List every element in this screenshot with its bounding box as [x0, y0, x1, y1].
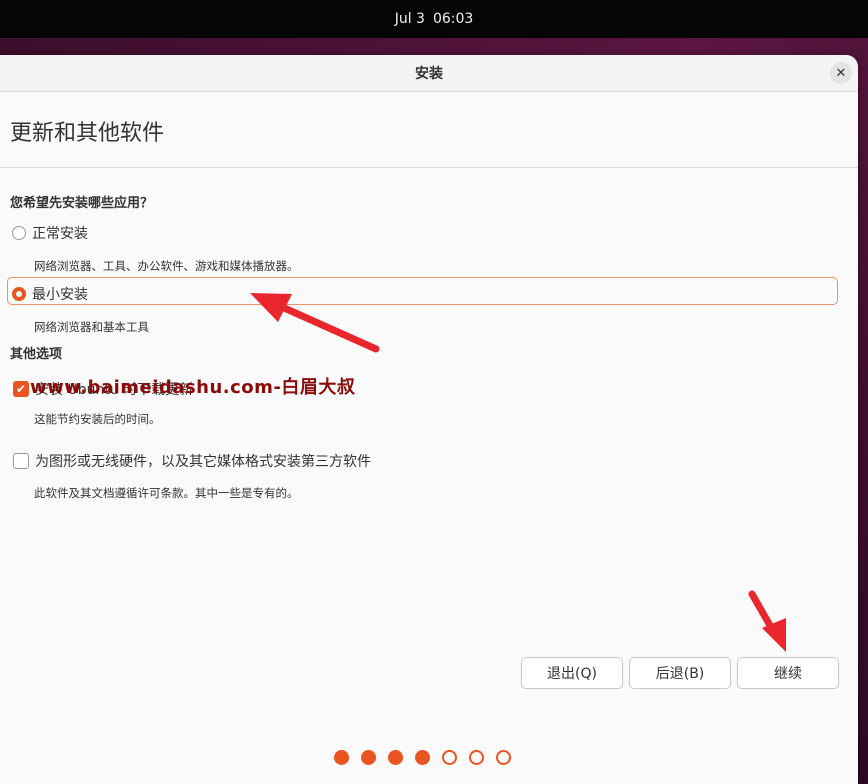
radio-label[interactable]: 最小安装: [32, 284, 88, 304]
other-options-title: 其他选项: [10, 347, 63, 362]
progress-dot-completed: [415, 750, 430, 765]
quit-button[interactable]: 退出(Q): [521, 657, 623, 689]
install-type-question: 您希望先安装哪些应用？: [10, 196, 154, 211]
radio-button-selected[interactable]: [12, 287, 26, 301]
checkbox-label[interactable]: 为图形或无线硬件，以及其它媒体格式安装第三方软件: [35, 451, 371, 471]
divider: [0, 167, 858, 168]
third-party-description: 此软件及其文档遵循许可条款。其中一些是专有的。: [34, 486, 299, 500]
progress-dot-completed: [388, 750, 403, 765]
checkbox-checked[interactable]: ✔: [13, 381, 29, 397]
back-button[interactable]: 后退(B): [629, 657, 731, 689]
progress-dot-pending: [442, 750, 457, 765]
title-bar: 安装 ✕: [0, 55, 858, 92]
normal-install-description: 网络浏览器、工具、办公软件、游戏和媒体播放器。: [34, 259, 299, 273]
radio-label[interactable]: 正常安装: [32, 223, 88, 243]
checkbox-third-party[interactable]: 为图形或无线硬件，以及其它媒体格式安装第三方软件: [13, 451, 371, 471]
clock-label[interactable]: 06:03: [433, 11, 473, 27]
checkbox-unchecked[interactable]: [13, 453, 29, 469]
selected-option-highlight: [7, 277, 838, 305]
radio-normal-install[interactable]: 正常安装: [12, 223, 88, 243]
radio-minimal-install[interactable]: 最小安装: [12, 284, 88, 304]
window-title: 安装: [415, 66, 443, 82]
progress-dot-completed: [334, 750, 349, 765]
continue-button[interactable]: 继续: [737, 657, 839, 689]
page-title: 更新和其他软件: [10, 121, 165, 146]
close-icon: ✕: [835, 65, 847, 81]
progress-dot-completed: [361, 750, 376, 765]
date-label[interactable]: Jul 3: [395, 11, 425, 27]
installer-window: 安装 ✕ 更新和其他软件 您希望先安装哪些应用？ 正常安装 网络浏览器、工具、办…: [0, 55, 858, 784]
minimal-install-description: 网络浏览器和基本工具: [34, 320, 149, 334]
progress-dots: [334, 750, 523, 765]
progress-dot-pending: [496, 750, 511, 765]
checkmark-icon: ✔: [15, 382, 27, 396]
radio-button[interactable]: [12, 226, 26, 240]
watermark: www.baimeidashu.com-白眉大叔: [30, 377, 356, 398]
close-button[interactable]: ✕: [830, 62, 852, 84]
progress-dot-pending: [469, 750, 484, 765]
top-bar: Jul 3 06:03: [0, 0, 868, 38]
download-updates-description: 这能节约安装后的时间。: [34, 412, 161, 426]
